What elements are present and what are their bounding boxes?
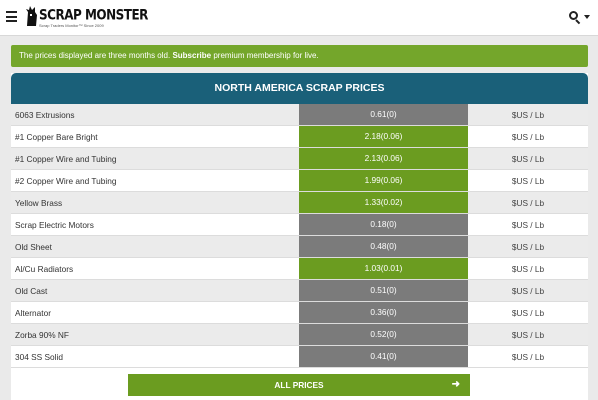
price-unit: $US / Lb: [511, 308, 545, 318]
table-title: NORTH AMERICA SCRAP PRICES: [11, 73, 588, 104]
top-navbar: SCRAP MONSTER Scrap Traders Monitor™ Sin…: [0, 0, 598, 36]
notice-text-after: premium membership for live.: [213, 51, 319, 60]
price-unit: $US / Lb: [511, 286, 545, 296]
material-name[interactable]: #1 Copper Bare Bright: [15, 126, 98, 148]
hamburger-icon[interactable]: [6, 11, 17, 22]
material-name[interactable]: Alternator: [15, 302, 51, 324]
price-unit: $US / Lb: [511, 242, 545, 252]
table-row[interactable]: Zorba 90% NF 0.52(0) $US / Lb: [11, 324, 588, 346]
price-unit: $US / Lb: [511, 110, 545, 120]
price-unit: $US / Lb: [511, 132, 545, 142]
table-row[interactable]: Scrap Electric Motors 0.18(0) $US / Lb: [11, 214, 588, 236]
price-value: 1.03(0.01): [299, 258, 468, 279]
material-name[interactable]: 6063 Extrusions: [15, 104, 75, 126]
table-row[interactable]: 304 SS Solid 0.41(0) $US / Lb: [11, 346, 588, 368]
table-row[interactable]: Alternator 0.36(0) $US / Lb: [11, 302, 588, 324]
table-row[interactable]: Al/Cu Radiators 1.03(0.01) $US / Lb: [11, 258, 588, 280]
material-name[interactable]: Old Cast: [15, 280, 47, 302]
price-value: 2.13(0.06): [299, 148, 468, 169]
table-row[interactable]: #2 Copper Wire and Tubing 1.99(0.06) $US /…: [11, 170, 588, 192]
price-value: 0.52(0): [299, 324, 468, 345]
subscribe-link[interactable]: Subscribe: [172, 51, 211, 60]
price-unit: $US / Lb: [511, 352, 545, 362]
price-unit: $US / Lb: [511, 264, 545, 274]
material-name[interactable]: Scrap Electric Motors: [15, 214, 94, 236]
caret-down-icon[interactable]: [584, 15, 590, 19]
price-unit: $US / Lb: [511, 176, 545, 186]
notice-text-before: The prices displayed are three months ol…: [19, 51, 171, 60]
material-name[interactable]: Yellow Brass: [15, 192, 62, 214]
price-value: 0.41(0): [299, 346, 468, 367]
price-unit: $US / Lb: [511, 220, 545, 230]
monster-logo-icon: [26, 6, 37, 26]
material-name[interactable]: #2 Copper Wire and Tubing: [15, 170, 116, 192]
material-name[interactable]: 304 SS Solid: [15, 346, 63, 368]
all-prices-button[interactable]: ALL PRICES ➜: [128, 374, 470, 396]
price-value: 1.99(0.06): [299, 170, 468, 191]
price-value: 2.18(0.06): [299, 126, 468, 147]
price-unit: $US / Lb: [511, 330, 545, 340]
all-prices-label: ALL PRICES: [274, 380, 324, 390]
table-row[interactable]: Old Sheet 0.48(0) $US / Lb: [11, 236, 588, 258]
table-row[interactable]: 6063 Extrusions 0.61(0) $US / Lb: [11, 104, 588, 126]
price-value: 0.61(0): [299, 104, 468, 125]
price-value: 1.33(0.02): [299, 192, 468, 213]
old-prices-notice: The prices displayed are three months ol…: [11, 45, 588, 67]
material-name[interactable]: Old Sheet: [15, 236, 52, 258]
price-unit: $US / Lb: [511, 154, 545, 164]
material-name[interactable]: Al/Cu Radiators: [15, 258, 73, 280]
material-name[interactable]: #1 Copper Wire and Tubing: [15, 148, 116, 170]
table-row[interactable]: Old Cast 0.51(0) $US / Lb: [11, 280, 588, 302]
search-icon[interactable]: [569, 11, 581, 25]
price-value: 0.48(0): [299, 236, 468, 257]
table-row[interactable]: #1 Copper Wire and Tubing 2.13(0.06) $US /…: [11, 148, 588, 170]
material-name[interactable]: Zorba 90% NF: [15, 324, 69, 346]
price-rows: 6063 Extrusions 0.61(0) $US / Lb #1 Copper …: [11, 104, 588, 368]
price-unit: $US / Lb: [511, 198, 545, 208]
logo-tagline: Scrap Traders Monitor™ Since 2009: [39, 23, 104, 28]
arrow-right-icon: ➜: [451, 379, 460, 390]
table-row[interactable]: #1 Copper Bare Bright 2.18(0.06) $US / Lb: [11, 126, 588, 148]
logo-text: SCRAP MONSTER: [39, 7, 148, 24]
price-value: 0.36(0): [299, 302, 468, 323]
price-value: 0.18(0): [299, 214, 468, 235]
table-row[interactable]: Yellow Brass 1.33(0.02) $US / Lb: [11, 192, 588, 214]
price-value: 0.51(0): [299, 280, 468, 301]
scrap-prices-table: NORTH AMERICA SCRAP PRICES 6063 Extrusio…: [11, 73, 588, 400]
